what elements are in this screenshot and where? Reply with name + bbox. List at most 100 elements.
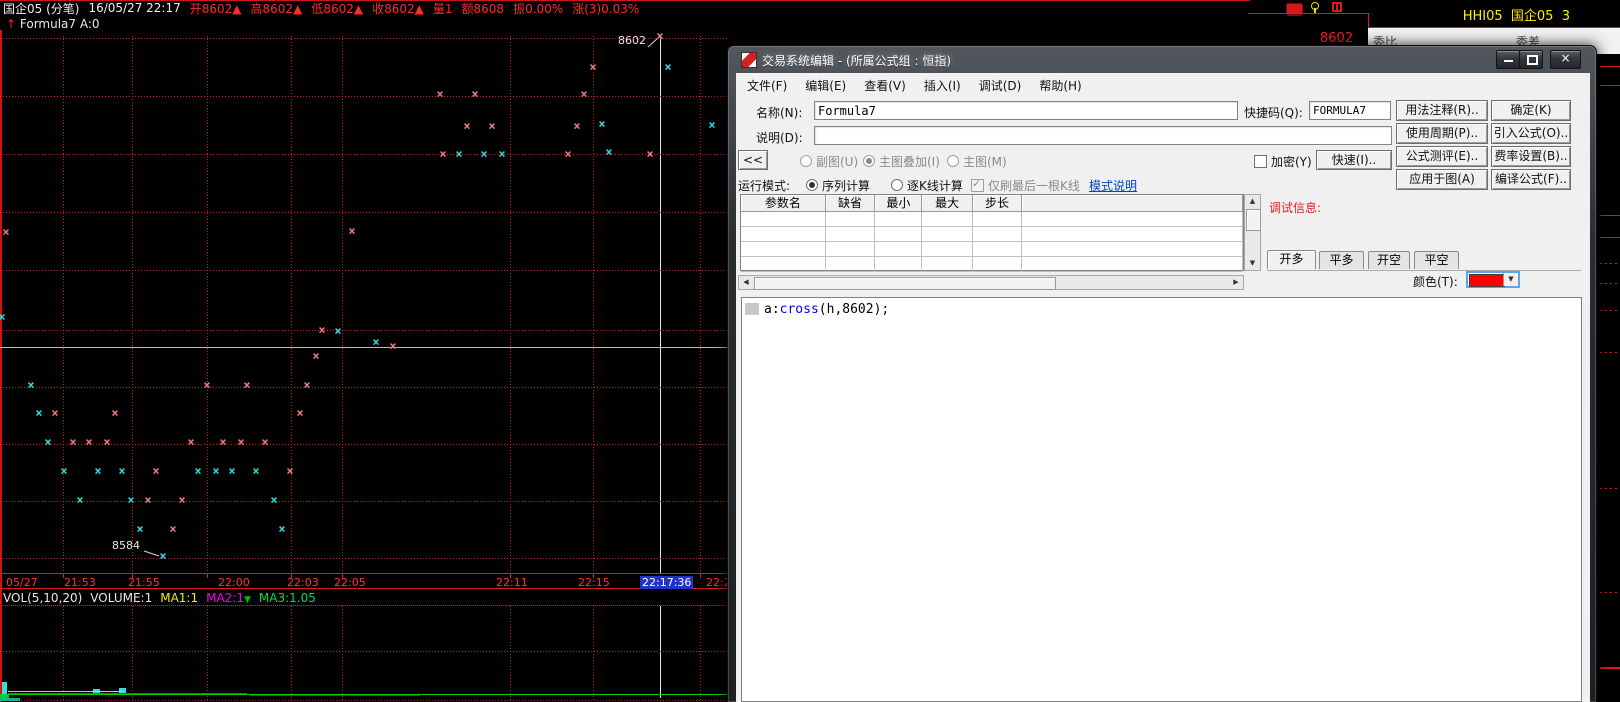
table-cell[interactable] [825, 242, 876, 257]
volume-pane[interactable] [0, 605, 728, 702]
radio-option[interactable]: 逐K线计算 [891, 177, 963, 194]
table-cell[interactable] [922, 212, 974, 227]
table-cell[interactable] [1021, 227, 1243, 242]
menu-item[interactable]: 帮助(H) [1030, 75, 1090, 94]
table-cell[interactable] [825, 227, 876, 242]
dialog-button[interactable]: 用法注释(R).. [1396, 100, 1488, 121]
table-cell[interactable] [875, 212, 923, 227]
color-dropdown[interactable]: ▼ [1466, 271, 1520, 288]
table-row[interactable] [741, 257, 1243, 272]
dialog-button[interactable]: 使用周期(P).. [1396, 123, 1488, 144]
table-cell[interactable] [973, 242, 1022, 257]
hscroll-thumb[interactable] [754, 277, 1056, 290]
minimize-button[interactable] [1496, 50, 1520, 69]
dialog-button[interactable]: 引入公式(O).. [1491, 123, 1571, 144]
menu-item[interactable]: 编辑(E) [796, 75, 855, 94]
table-header-cell[interactable]: 缺省 [825, 195, 876, 212]
dropdown-arrow-button[interactable]: ▼ [1503, 273, 1518, 286]
table-header-cell[interactable]: 最小 [875, 195, 923, 212]
table-row[interactable] [741, 212, 1243, 227]
ma2-down-arrow-icon: ▼ [243, 595, 251, 605]
radio-circle[interactable] [806, 179, 818, 191]
scatter-mark: × [480, 147, 488, 161]
encrypt-checkbox[interactable]: 加密(Y) [1254, 153, 1312, 170]
table-cell[interactable] [741, 212, 826, 227]
table-header-cell[interactable]: 最大 [922, 195, 974, 212]
collapse-button[interactable]: << [738, 150, 768, 170]
table-cell[interactable] [741, 242, 826, 257]
menu-item[interactable]: 调试(D) [970, 75, 1031, 94]
table-cell[interactable] [922, 257, 974, 272]
scatter-mark: × [708, 118, 716, 132]
ma1-label: MA1:1 [160, 591, 199, 605]
scroll-up-icon[interactable]: ▲ [1245, 195, 1260, 208]
menu-item[interactable]: 文件(F) [738, 75, 796, 94]
formula-code-editor[interactable]: a:cross(h,8602); [741, 297, 1582, 702]
shortcut-input[interactable] [1309, 101, 1391, 120]
table-cell[interactable] [875, 227, 923, 242]
radio-option[interactable]: 序列计算 [806, 177, 870, 194]
radio-option[interactable]: 副图(U) [800, 153, 858, 170]
table-cell[interactable] [1021, 212, 1243, 227]
vscroll-thumb[interactable] [1246, 209, 1261, 231]
dialog-button[interactable]: 费率设置(B).. [1491, 146, 1571, 167]
table-cell[interactable] [973, 212, 1022, 227]
dialog-button[interactable]: 公式测评(E).. [1396, 146, 1488, 167]
trade-system-editor-dialog[interactable]: 交易系统编辑 - (所属公式组 : 恒指) × 文件(F) 编辑(E) 查看(V) 插… [727, 45, 1597, 702]
price-chart[interactable]: 8602 8584 × × × × × × × × × × × × × × × × × × × × × × × × × × × × × ×… [0, 30, 728, 573]
scroll-right-icon[interactable]: ▶ [1229, 276, 1243, 289]
radio-circle[interactable] [891, 179, 903, 191]
table-cell[interactable] [1021, 242, 1243, 257]
name-input[interactable] [814, 101, 1238, 120]
table-cell[interactable] [741, 257, 826, 272]
dialog-button[interactable]: 编译公式(F).. [1491, 169, 1571, 190]
parameter-table[interactable]: 参数名 缺省 最小 最大 步长 [740, 194, 1244, 272]
scroll-down-icon[interactable]: ▼ [1245, 257, 1260, 270]
table-cell[interactable] [825, 212, 876, 227]
mode-help-link[interactable]: 模式说明 [1089, 177, 1137, 194]
table-cell[interactable] [875, 257, 923, 272]
table-cell[interactable] [973, 227, 1022, 242]
tab-平空[interactable]: 平空 [1414, 251, 1459, 269]
scatter-mark: × [664, 60, 672, 74]
radio-circle[interactable] [800, 155, 812, 167]
pin-icon[interactable] [1311, 2, 1319, 13]
window-layout-icon[interactable] [1332, 2, 1342, 12]
radio-circle[interactable] [863, 155, 875, 167]
table-cell[interactable] [1021, 257, 1243, 272]
tab-开空[interactable]: 开空 [1368, 251, 1410, 269]
tab-平多[interactable]: 平多 [1319, 251, 1364, 269]
radio-circle[interactable] [947, 155, 959, 167]
menu-item[interactable]: 查看(V) [855, 75, 915, 94]
table-cell[interactable] [922, 242, 974, 257]
table-cell[interactable] [875, 242, 923, 257]
v-gridline [207, 36, 208, 573]
tab-开多[interactable]: 开多 [1267, 250, 1316, 269]
table-header-cell[interactable]: 步长 [973, 195, 1022, 212]
scroll-left-icon[interactable]: ◀ [739, 276, 753, 289]
menu-item[interactable]: 插入(I) [915, 75, 970, 94]
table-cell[interactable] [973, 257, 1022, 272]
table-row[interactable] [741, 242, 1243, 257]
parameter-table-hscrollbar[interactable]: ◀ ▶ [738, 275, 1244, 290]
radio-option[interactable]: 主图叠加(I) [863, 153, 940, 170]
parameter-table-vscrollbar[interactable]: ▲ ▼ [1244, 194, 1261, 271]
table-cell[interactable] [825, 257, 876, 272]
table-cell[interactable] [922, 227, 974, 242]
maximize-button[interactable] [1519, 50, 1543, 69]
table-cell[interactable] [741, 227, 826, 242]
refresh-last-bar-checkbox-box[interactable] [971, 177, 984, 192]
table-header-cell[interactable]: 参数名 [741, 195, 826, 212]
dialog-button[interactable]: 应用于图(A) [1396, 169, 1488, 190]
refresh-last-bar-checkbox[interactable]: 仅刷最后一根K线 [971, 177, 1080, 194]
table-header-cell[interactable] [1021, 195, 1243, 212]
dialog-titlebar[interactable]: 交易系统编辑 - (所属公式组 : 恒指) × [728, 46, 1596, 73]
encrypt-checkbox-box[interactable] [1254, 155, 1267, 168]
dialog-button[interactable]: 确定(K) [1491, 100, 1571, 121]
quick-button[interactable]: 快速(I).. [1316, 150, 1392, 170]
description-input[interactable] [814, 126, 1392, 145]
table-row[interactable] [741, 227, 1243, 242]
radio-option[interactable]: 主图(M) [947, 153, 1007, 170]
close-button[interactable]: × [1550, 50, 1581, 69]
quote-symbol-title[interactable]: HHI05 国企05 3 [1390, 5, 1570, 24]
